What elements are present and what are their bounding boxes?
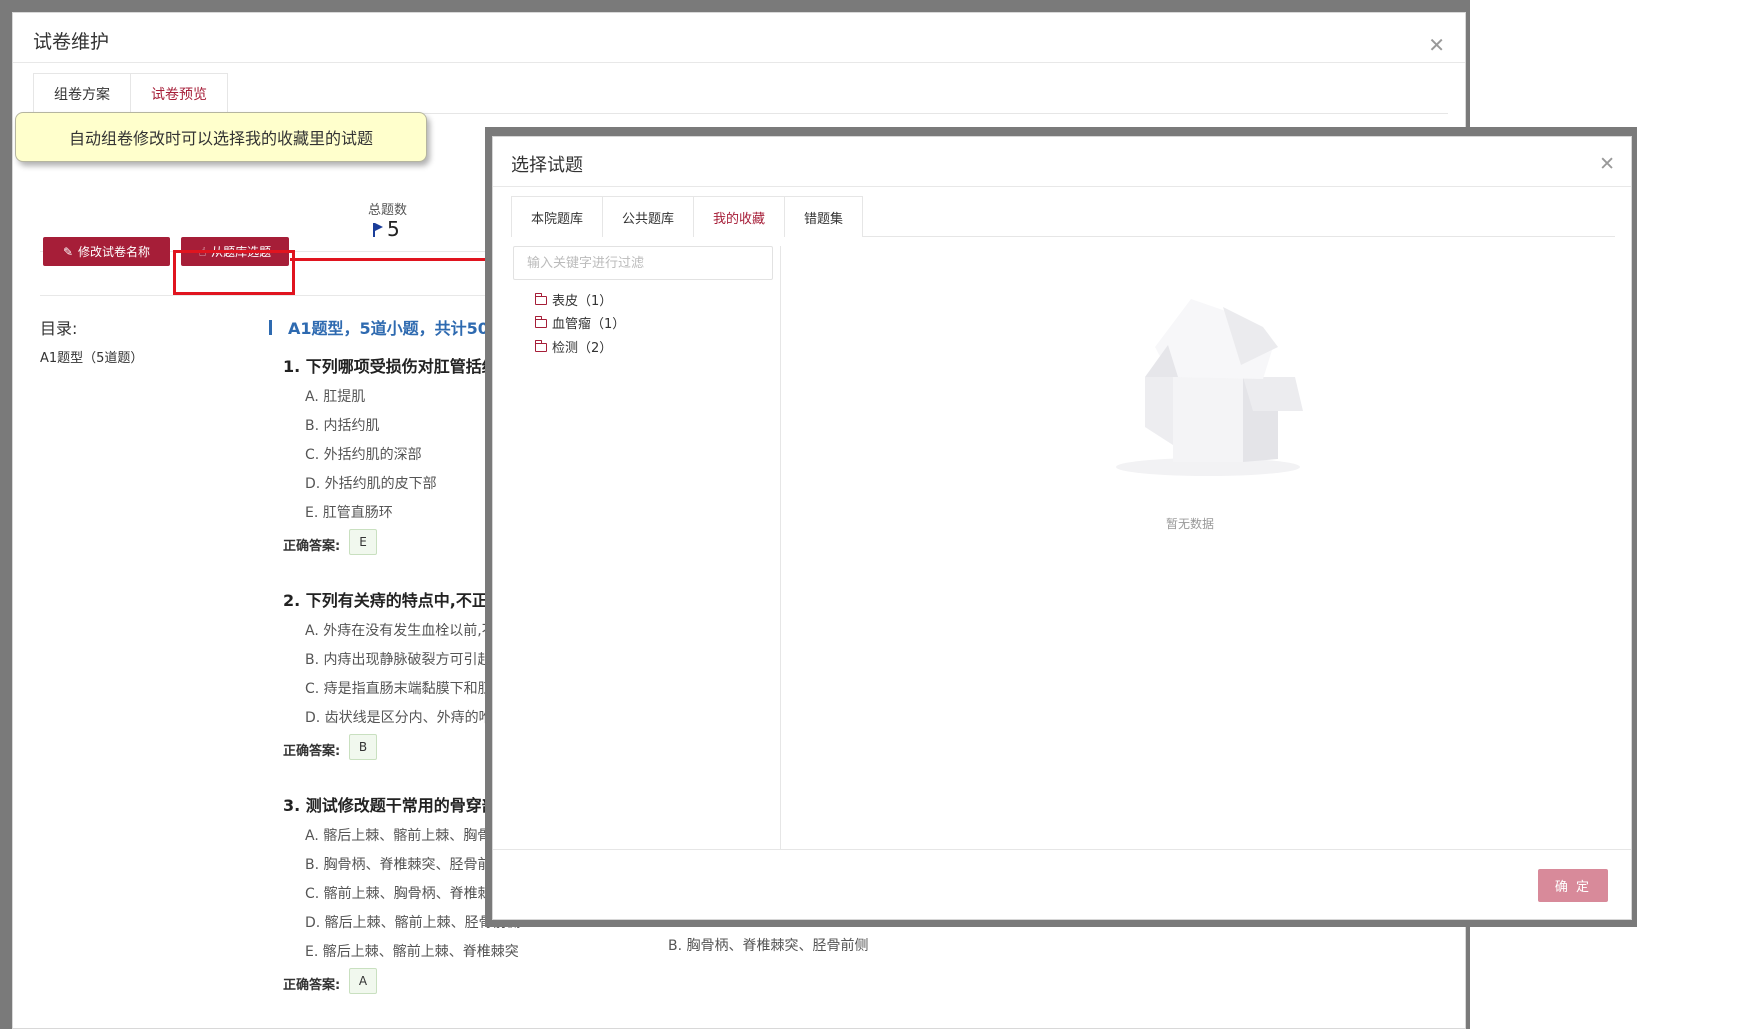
total-count: 5 (373, 217, 400, 241)
filter-input[interactable] (513, 246, 773, 280)
folder-icon (535, 340, 547, 352)
tree-item[interactable]: 血管瘤（1） (535, 313, 625, 332)
question-option: A. 肛提肌 (305, 389, 366, 405)
question-option: B. 内痔出现静脉破裂方可引起剧 (305, 652, 506, 668)
question-option: C. 外括约肌的深部 (305, 447, 422, 463)
answer-badge: A (349, 968, 377, 994)
question-option: A. 髂后上棘、髂前上棘、胸骨柄 (305, 828, 506, 844)
question-option: A. 外痔在没有发生血栓以前,不会 (305, 623, 510, 639)
section-title: A1题型，5道小题，共计50分 (269, 315, 505, 339)
dialog-title: 选择试题 (511, 155, 583, 176)
tab-my-favorites[interactable]: 我的收藏 (693, 196, 786, 237)
edit-icon: ✎ (62, 244, 74, 259)
divider (493, 186, 1631, 187)
tab-plan[interactable]: 组卷方案 (33, 73, 131, 114)
tab-wrong-questions[interactable]: 错题集 (784, 196, 864, 237)
select-question-dialog: 选择试题 ✕ 本院题库 公共题库 我的收藏 错题集 表皮（1） 血管瘤（1） 检… (492, 136, 1632, 920)
confirm-button[interactable]: 确 定 (1538, 869, 1608, 902)
close-icon[interactable]: ✕ (1599, 155, 1615, 174)
annotation-tooltip: 自动组卷修改时可以选择我的收藏里的试题 (15, 112, 427, 162)
folder-icon (535, 316, 547, 328)
close-icon[interactable]: ✕ (1428, 35, 1445, 55)
question-option: E. 髂后上棘、髂前上棘、脊椎棘突 (305, 944, 519, 960)
answer-label: 正确答案: (283, 539, 341, 554)
empty-box-icon (1113, 287, 1313, 487)
question-option: D. 齿状线是区分内、外痔的唯一 (305, 710, 507, 726)
tab-bar: 组卷方案 试卷预览 (33, 73, 1448, 114)
question-option: B. 内括约肌 (305, 418, 380, 434)
folder-icon (535, 293, 547, 305)
answer-label: 正确答案: (283, 978, 341, 993)
tab-hospital-bank[interactable]: 本院题库 (511, 196, 604, 237)
question-option: D. 外括约肌的皮下部 (305, 476, 437, 492)
question-option: C. 痔是指直肠末端黏膜下和肛管 (305, 681, 506, 697)
rename-paper-button[interactable]: ✎ 修改试卷名称 (43, 237, 170, 266)
tab-preview[interactable]: 试卷预览 (130, 73, 228, 114)
divider (13, 62, 1465, 63)
tree-item[interactable]: 表皮（1） (535, 290, 612, 309)
total-count-value: 5 (387, 217, 400, 241)
annotation-highlight-box (173, 250, 295, 295)
question-option: C. 髂前上棘、胸骨柄、脊椎棘突 (305, 886, 506, 902)
toc-item[interactable]: A1题型（5道题） (40, 347, 143, 366)
question-option: B. 胸骨柄、脊椎棘突、胫骨前侧 (305, 857, 506, 873)
toc-title: 目录: (40, 319, 78, 338)
answer-label: 正确答案: (283, 744, 341, 759)
background-option-text: B. 胸骨柄、脊椎棘突、胫骨前侧 (668, 938, 869, 954)
tree-item[interactable]: 检测（2） (535, 337, 612, 356)
divider (493, 849, 1631, 850)
dialog-title: 试卷维护 (33, 31, 110, 53)
question-option: E. 肛管直肠环 (305, 505, 393, 521)
annotation-arrow (290, 258, 492, 261)
answer-badge: E (349, 529, 377, 555)
tab-bar: 本院题库 公共题库 我的收藏 错题集 (511, 196, 1615, 237)
answer-badge: B (349, 734, 377, 760)
flag-icon (373, 223, 383, 237)
tab-public-bank[interactable]: 公共题库 (602, 196, 695, 237)
empty-data-text: 暂无数据 (1166, 517, 1215, 531)
total-count-label: 总题数 (368, 203, 408, 218)
section-bar (269, 319, 272, 335)
category-tree-pane: 表皮（1） 血管瘤（1） 检测（2） (493, 246, 781, 849)
